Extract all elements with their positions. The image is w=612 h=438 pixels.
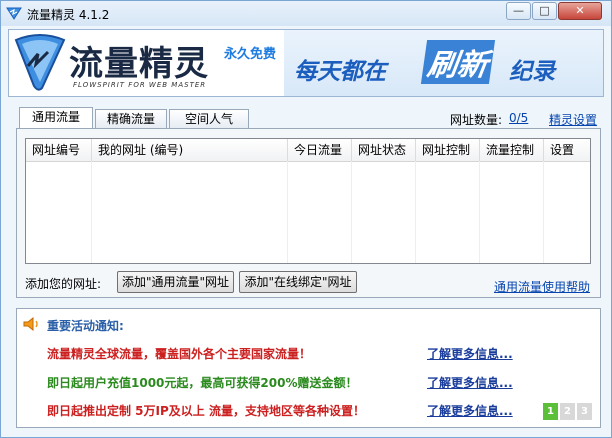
column-header[interactable]: 网址编号 xyxy=(26,139,92,161)
notice-item: 即日起用户充值1000元起，最高可获得200%赠送金额！ xyxy=(47,376,358,390)
logo-text: 流量精灵 xyxy=(69,44,209,84)
notice-title: 重要活动通知: xyxy=(47,319,124,333)
slogan-part-2: 刷新 xyxy=(420,40,496,84)
column-header[interactable]: 网址控制 xyxy=(416,139,480,161)
slogan-part-1: 每天都在 xyxy=(294,59,386,85)
column-header[interactable]: 流量控制 xyxy=(480,139,544,161)
add-url-label: 添加您的网址: xyxy=(25,277,102,291)
add-bound-url-button[interactable]: 添加"在线绑定"网址 xyxy=(239,271,357,293)
header-banner: 流量精灵 FLOWSPIRIT FOR WEB MASTER 永久免费 每天都在… xyxy=(8,29,604,97)
column-divider xyxy=(415,161,416,263)
learn-more-link[interactable]: 了解更多信息... xyxy=(427,345,513,362)
column-divider xyxy=(543,161,544,263)
tab-panel: 网址编号 我的网址 (编号) 今日流量 网址状态 网址控制 流量控制 设置 添加… xyxy=(16,128,601,298)
speaker-icon xyxy=(23,317,38,331)
tab-precise-traffic[interactable]: 精确流量 xyxy=(95,109,167,129)
column-divider xyxy=(287,161,288,263)
app-window: 流量精灵 4.1.2 — □ ✕ 流量精灵 FLOWSPIRIT FOR WEB… xyxy=(0,0,612,438)
column-header[interactable]: 网址状态 xyxy=(352,139,416,161)
column-divider xyxy=(351,161,352,263)
usage-help-link[interactable]: 通用流量使用帮助 xyxy=(494,278,590,295)
page-button-3[interactable]: 3 xyxy=(577,403,592,420)
notice-item: 即日起推出定制 5万IP及以上 流量，支持地区等各种设置！ xyxy=(47,404,365,418)
slogan-area: 每天都在 刷新 纪录 xyxy=(284,30,603,96)
spirit-logo-icon xyxy=(14,34,66,91)
column-divider xyxy=(479,161,480,263)
notice-item: 流量精灵全球流量，覆盖国外各个主要国家流量！ xyxy=(47,347,312,361)
slogan-part-3: 纪录 xyxy=(509,59,555,85)
maximize-button[interactable]: □ xyxy=(532,2,557,20)
app-icon xyxy=(6,7,22,20)
title-bar[interactable]: 流量精灵 4.1.2 — □ ✕ xyxy=(1,1,611,26)
url-count-label: 网址数量: xyxy=(450,113,503,127)
learn-more-link[interactable]: 了解更多信息... xyxy=(427,402,513,419)
logo-subtitle: FLOWSPIRIT FOR WEB MASTER xyxy=(73,81,207,89)
column-header[interactable]: 我的网址 (编号) xyxy=(92,139,288,161)
url-count-link[interactable]: 0/5 xyxy=(509,111,528,125)
column-divider xyxy=(91,161,92,263)
column-header[interactable]: 今日流量 xyxy=(288,139,352,161)
column-header[interactable]: 设置 xyxy=(544,139,590,161)
tab-general-traffic[interactable]: 通用流量 xyxy=(19,107,93,129)
spirit-settings-link[interactable]: 精灵设置 xyxy=(549,111,597,128)
forever-free-badge: 永久免费 xyxy=(224,47,277,62)
page-button-2[interactable]: 2 xyxy=(560,403,575,420)
minimize-button[interactable]: — xyxy=(506,2,531,20)
window-title: 流量精灵 4.1.2 xyxy=(27,8,110,22)
learn-more-link[interactable]: 了解更多信息... xyxy=(427,374,513,391)
table-header: 网址编号 我的网址 (编号) 今日流量 网址状态 网址控制 流量控制 设置 xyxy=(26,139,590,162)
page-button-1[interactable]: 1 xyxy=(543,403,558,420)
url-table[interactable]: 网址编号 我的网址 (编号) 今日流量 网址状态 网址控制 流量控制 设置 xyxy=(25,138,591,264)
notice-panel: 重要活动通知: 流量精灵全球流量，覆盖国外各个主要国家流量！ 了解更多信息...… xyxy=(16,308,601,428)
tab-space-popularity[interactable]: 空间人气 xyxy=(169,109,249,129)
add-general-url-button[interactable]: 添加"通用流量"网址 xyxy=(117,271,234,293)
close-button[interactable]: ✕ xyxy=(558,2,602,20)
